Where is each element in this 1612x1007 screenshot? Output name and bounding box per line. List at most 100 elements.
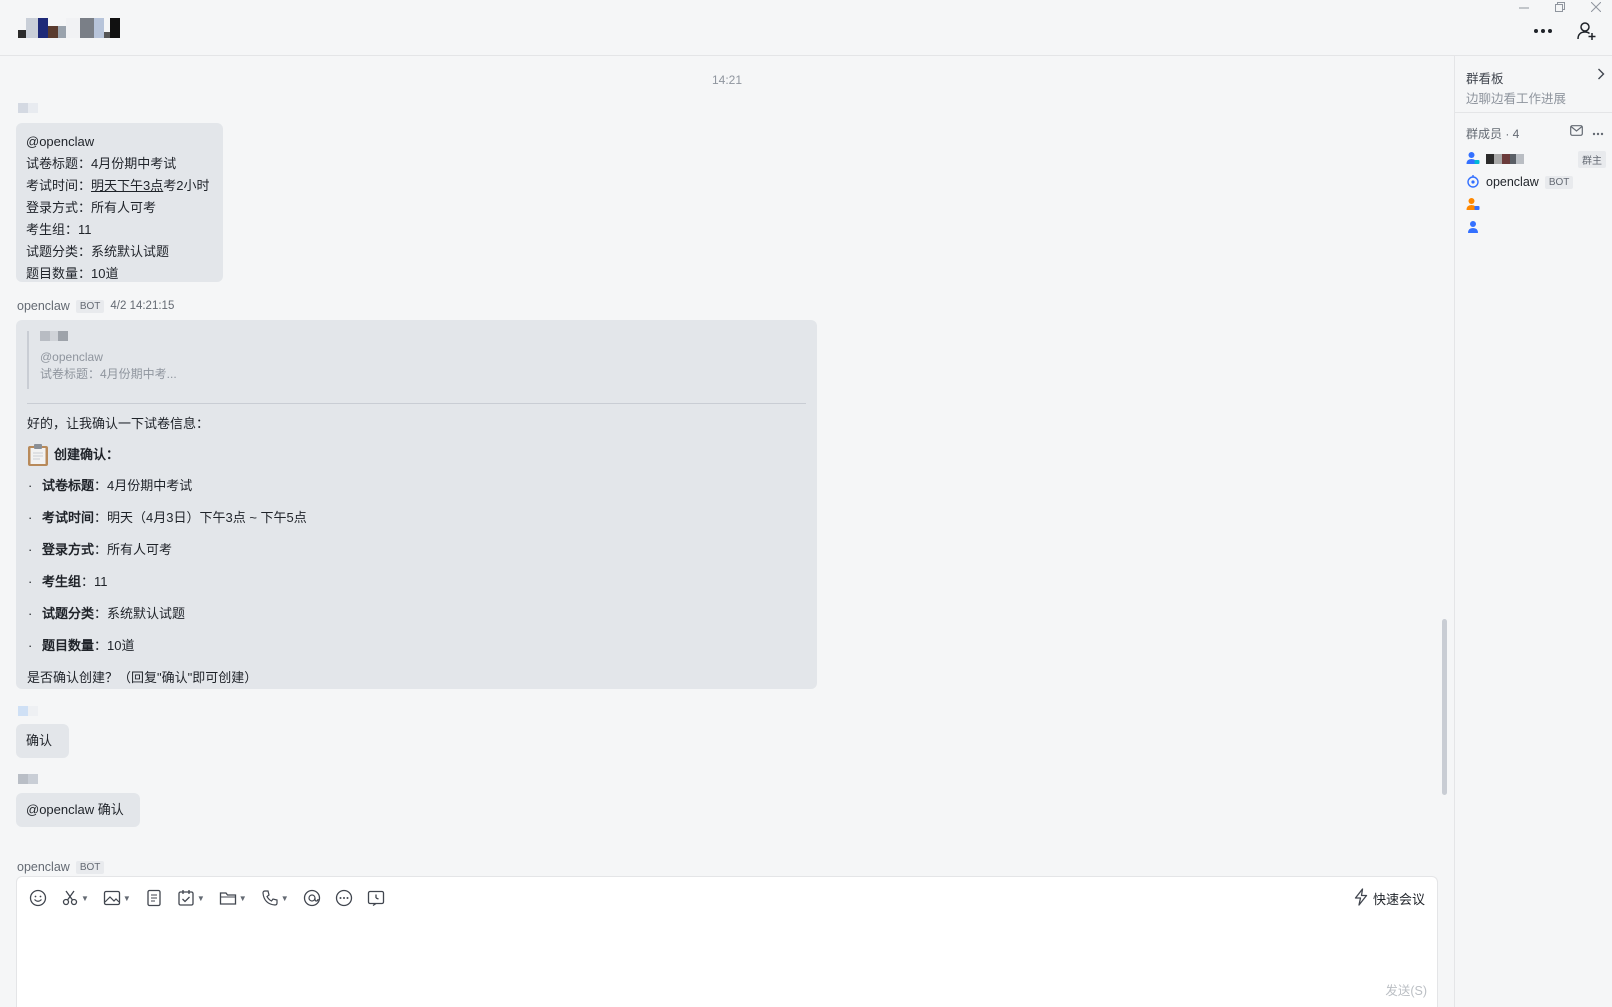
- message-bubble-mention-confirm[interactable]: @openclaw 确认: [16, 793, 140, 827]
- bullet-value: ：10道: [94, 638, 135, 653]
- list-item: · 考试时间 ：明天（4月3日）下午3点 ~ 下午5点: [27, 507, 806, 529]
- message-line-suffix: 考2小时: [163, 178, 210, 193]
- message-bubble-bot-reply[interactable]: @openclaw 试卷标题：4月份期中考... 好的，让我确认一下试卷信息： …: [16, 320, 817, 689]
- user-icon: [1466, 197, 1480, 214]
- message-line: 题目数量：10道: [26, 266, 119, 281]
- user-icon: [1466, 151, 1480, 168]
- minimize-icon[interactable]: [1516, 0, 1532, 15]
- bot-badge: BOT: [75, 299, 105, 313]
- quote-line: 试卷标题：4月份期中考...: [40, 367, 177, 381]
- bot-badge: BOT: [75, 860, 105, 874]
- member-item[interactable]: 群主: [1466, 150, 1606, 168]
- document-icon[interactable]: [145, 887, 163, 909]
- member-item[interactable]: [1466, 219, 1606, 237]
- reply-quote[interactable]: @openclaw 试卷标题：4月份期中考...: [27, 331, 806, 389]
- message-input[interactable]: [29, 921, 1409, 991]
- bullet: ·: [28, 606, 33, 621]
- confirm-question: 是否确认创建？（回复"确认"即可创建）: [27, 670, 258, 685]
- chevron-right-icon[interactable]: [1597, 68, 1605, 83]
- mention-icon[interactable]: [303, 887, 321, 909]
- sender-name-redacted: [18, 706, 38, 716]
- scissors-icon[interactable]: ▼: [61, 887, 89, 909]
- task-icon[interactable]: ▼: [177, 887, 205, 909]
- image-icon[interactable]: ▼: [103, 887, 131, 909]
- sender-name[interactable]: openclaw: [17, 860, 70, 874]
- bot-badge: BOT: [1544, 175, 1574, 189]
- message-time: 4/2 14:21:15: [110, 300, 175, 312]
- chat-header: [0, 0, 1612, 56]
- list-item: · 试题分类 ：系统默认试题: [27, 603, 806, 625]
- message-line: 试题分类：系统默认试题: [26, 244, 170, 259]
- chevron-down-icon[interactable]: ▼: [281, 894, 289, 903]
- clipboard-icon: [27, 443, 49, 467]
- bullet-key: 试卷标题: [42, 478, 95, 493]
- list-item: · 考生组 ：11: [27, 571, 806, 593]
- message-list[interactable]: 14:21 @openclaw 试卷标题：4月份期中考试 考试时间：明天下午3点…: [0, 56, 1454, 876]
- user-icon: [1466, 220, 1480, 237]
- sender-name-redacted: [18, 103, 38, 113]
- member-item[interactable]: [1466, 196, 1606, 214]
- bullet-key: 考试时间: [42, 510, 95, 525]
- quick-meeting-label: 快速会议: [1372, 892, 1425, 907]
- message-text: @openclaw 确认: [26, 802, 124, 817]
- reply-intro: 好的，让我确认一下试卷信息：: [27, 416, 210, 431]
- send-button[interactable]: 发送(S): [1385, 980, 1427, 999]
- bullet: ·: [28, 478, 33, 493]
- bullet: ·: [28, 638, 33, 653]
- message-meta: openclaw BOT: [17, 860, 105, 874]
- folder-icon[interactable]: ▼: [219, 887, 247, 909]
- member-item[interactable]: openclaw BOT: [1466, 173, 1606, 191]
- chat-title-redacted[interactable]: [18, 18, 120, 38]
- window-controls: [1516, 0, 1604, 15]
- bullet: ·: [28, 574, 33, 589]
- divider: [27, 403, 806, 404]
- close-icon[interactable]: [1588, 0, 1604, 15]
- list-item: · 题目数量 ：10道: [27, 635, 806, 657]
- chevron-down-icon[interactable]: ▼: [123, 894, 131, 903]
- more-circle-icon[interactable]: [335, 887, 353, 909]
- chevron-down-icon[interactable]: ▼: [197, 894, 205, 903]
- message-bubble-request[interactable]: @openclaw 试卷标题：4月份期中考试 考试时间：明天下午3点考2小时 登…: [16, 123, 223, 282]
- chevron-down-icon[interactable]: ▼: [81, 894, 89, 903]
- confirm-heading: 创建确认：: [27, 444, 806, 466]
- group-side-panel: 群看板 边聊边看工作进展 群成员 · 4 群主 openclaw BOT: [1454, 56, 1612, 1007]
- schedule-icon[interactable]: [367, 887, 385, 909]
- list-item: · 试卷标题 ：4月份期中考试: [27, 475, 806, 497]
- bullet-key: 登录方式: [42, 542, 95, 557]
- bullet-value: ：11: [81, 574, 108, 589]
- lightning-icon: [1353, 888, 1369, 909]
- more-horizontal-icon[interactable]: [1592, 124, 1604, 139]
- add-user-icon[interactable]: [1576, 20, 1598, 42]
- message-text: 确认: [26, 733, 53, 748]
- owner-badge: 群主: [1578, 151, 1606, 168]
- mail-icon[interactable]: [1570, 124, 1583, 139]
- bullet-value: ：系统默认试题: [94, 606, 186, 621]
- restore-icon[interactable]: [1552, 0, 1568, 15]
- heading-text: 创建确认：: [54, 447, 120, 462]
- sender-name[interactable]: openclaw: [17, 299, 70, 313]
- message-composer: ▼ ▼ ▼ ▼ ▼ 快速会议 发送(S): [16, 876, 1438, 1007]
- group-board[interactable]: 群看板 边聊边看工作进展: [1455, 56, 1612, 113]
- emoji-icon[interactable]: [29, 887, 47, 909]
- message-line: 考生组：11: [26, 222, 92, 237]
- chevron-down-icon[interactable]: ▼: [239, 894, 247, 903]
- bot-icon: [1466, 174, 1480, 191]
- scrollbar[interactable]: [1442, 619, 1447, 795]
- member-name-redacted: [1486, 154, 1524, 164]
- bullet-key: 考生组: [42, 574, 82, 589]
- bullet-key: 题目数量: [42, 638, 95, 653]
- quote-sender-redacted: [40, 331, 806, 341]
- time-divider: 14:21: [711, 73, 743, 87]
- message-bubble-confirm[interactable]: 确认: [16, 724, 69, 758]
- message-line: @openclaw: [26, 134, 95, 149]
- bullet: ·: [28, 510, 33, 525]
- quick-meeting-button[interactable]: 快速会议: [1353, 888, 1425, 909]
- quote-line: @openclaw: [40, 350, 103, 364]
- message-line: 考试时间：明天下午3点考2小时: [26, 175, 213, 197]
- date-link[interactable]: 明天下午3点: [91, 178, 163, 193]
- phone-icon[interactable]: ▼: [261, 887, 289, 909]
- bullet-value: ：明天（4月3日）下午3点 ~ 下午5点: [94, 510, 307, 525]
- message-line: 登录方式：所有人可考: [26, 200, 157, 215]
- message-line: 试卷标题：4月份期中考试: [26, 156, 177, 171]
- more-horizontal-icon[interactable]: [1532, 20, 1554, 42]
